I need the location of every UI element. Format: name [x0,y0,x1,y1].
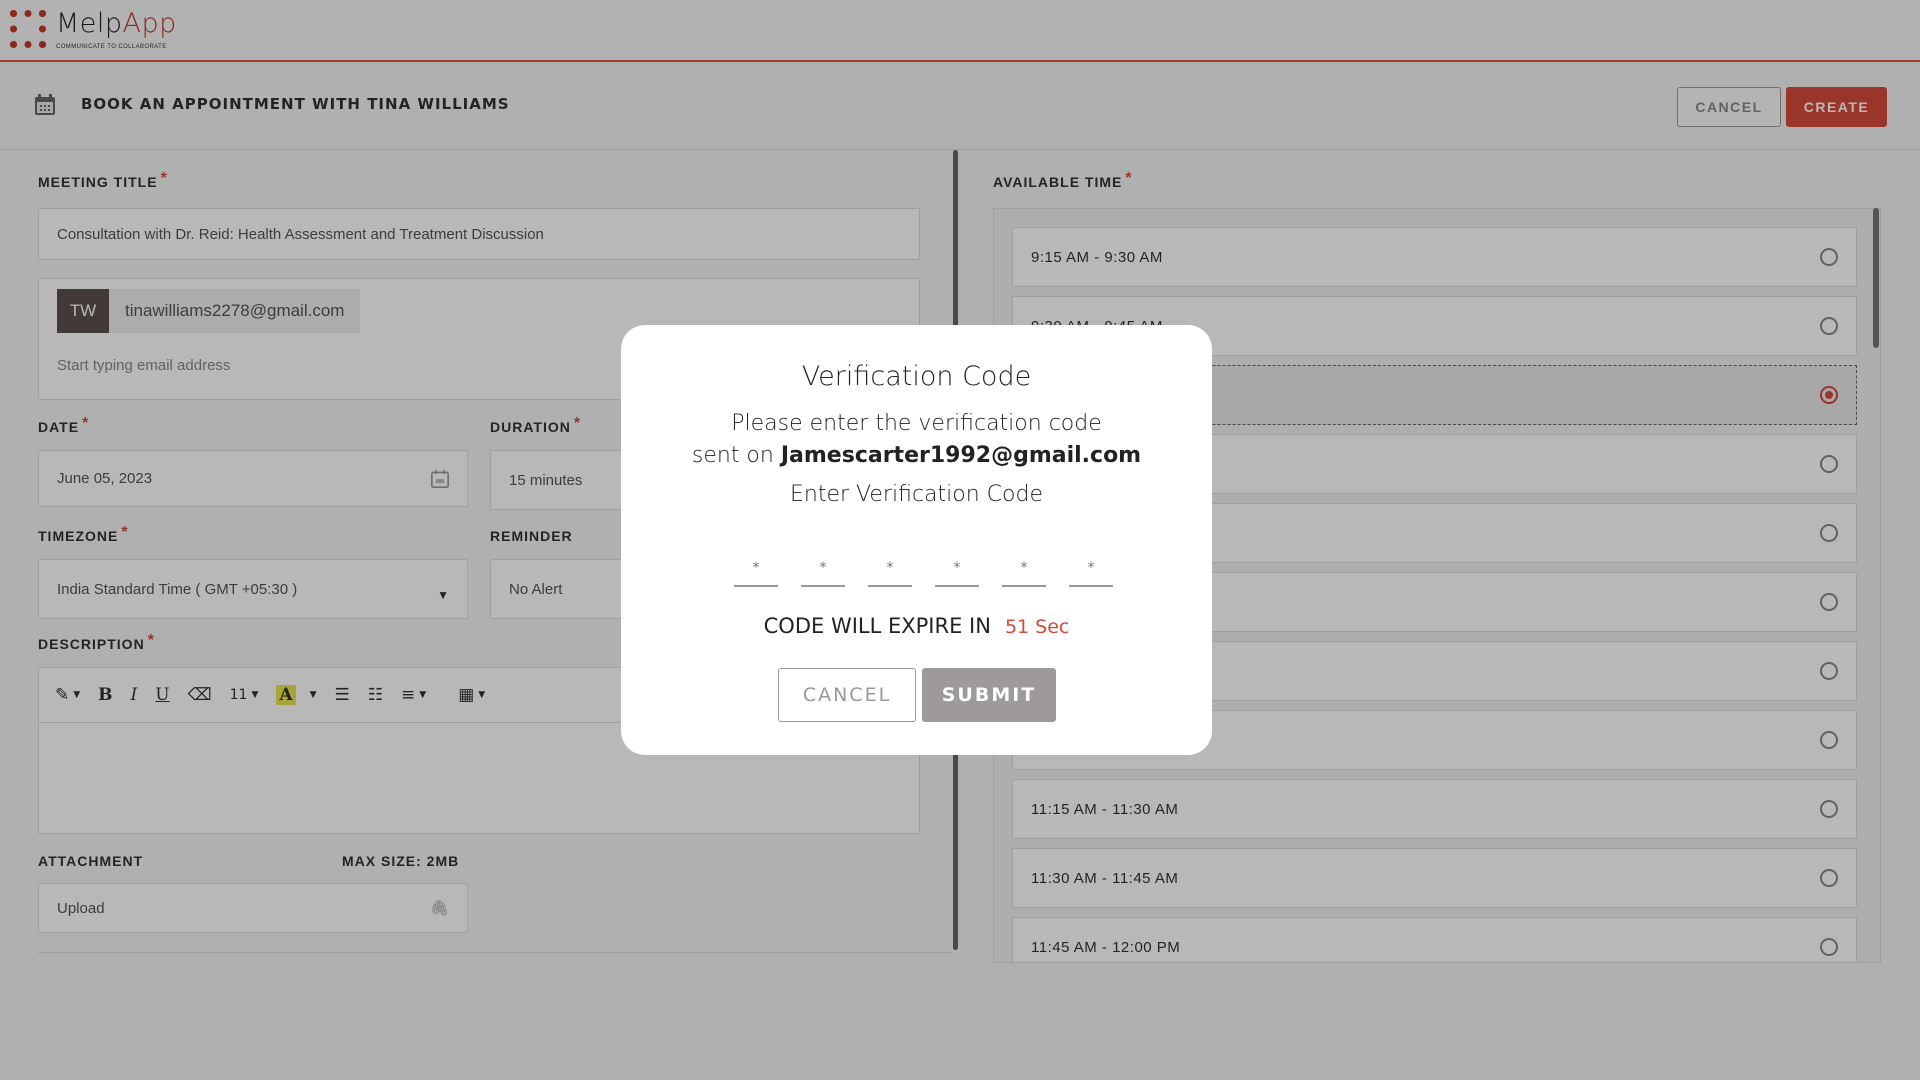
code-digit-input[interactable] [1069,551,1113,587]
code-digit-input[interactable] [801,551,845,587]
dialog-cancel-button[interactable]: CANCEL [778,668,916,722]
verification-code-dialog: Verification Code Please enter the verif… [621,325,1212,755]
code-digit-input[interactable] [868,551,912,587]
dialog-instructions: Please enter the verification code [731,411,1102,436]
dialog-prompt: Enter Verification Code [790,482,1043,507]
dialog-sent-to: sent on Jamescarter1992@gmail.com [691,443,1142,468]
recipient-email: Jamescarter1992@gmail.com [780,443,1142,468]
code-input-group [734,551,1113,587]
code-digit-input[interactable] [935,551,979,587]
dialog-title: Verification Code [801,361,1032,392]
code-digit-input[interactable] [1002,551,1046,587]
code-digit-input[interactable] [734,551,778,587]
expiry-notice: CODE WILL EXPIRE IN 51 Sec [763,614,1070,638]
dialog-submit-button[interactable]: SUBMIT [922,668,1056,722]
expiry-countdown: 51 Sec [1004,616,1070,638]
